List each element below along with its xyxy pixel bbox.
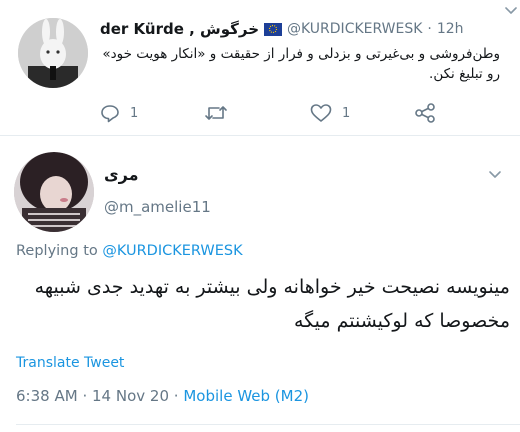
meta-separator: · [82, 387, 88, 405]
reply-icon [101, 105, 119, 123]
like-icon [310, 104, 332, 122]
parent-display-name[interactable]: der Kürde , خرگوش [100, 20, 259, 38]
replying-to-link[interactable]: @KURDICKERWESK [102, 243, 242, 259]
parent-tweet[interactable]: der Kürde , خرگوش @KURDICKERWESK · 12h و… [0, 0, 520, 136]
parent-action-bar: 1 1 [100, 103, 460, 123]
meta-separator: · [173, 387, 179, 405]
translate-tweet-link[interactable]: Translate Tweet [16, 355, 124, 371]
tweet-source-link[interactable]: Mobile Web (M2) [183, 387, 309, 405]
like-button[interactable]: 1 [310, 103, 350, 123]
chevron-down-icon[interactable] [486, 166, 504, 184]
reply-button[interactable]: 1 [100, 103, 138, 123]
parent-time[interactable]: 12h [437, 21, 464, 37]
tweet-time[interactable]: 6:38 AM [16, 387, 78, 405]
reply-tweet-text: مینویسه نصیحت خیر خواهانه ولی بیشتر به ت… [34, 276, 510, 332]
parent-tweet-text: وطن‌فروشی و بی‌غیرتی و بزدلی و فرار از ح… [102, 46, 500, 82]
parent-avatar[interactable] [18, 18, 88, 88]
reply-handle[interactable]: @m_amelie11 [104, 198, 211, 216]
reply-count: 1 [130, 105, 139, 121]
retweet-icon [205, 106, 227, 120]
replying-to-line: Replying to @KURDICKERWESK [16, 243, 243, 259]
parent-header: der Kürde , خرگوش @KURDICKERWESK · 12h [100, 18, 500, 40]
reply-avatar[interactable] [14, 152, 94, 232]
share-button[interactable] [414, 103, 436, 123]
parent-handle[interactable]: @KURDICKERWESK [287, 21, 422, 37]
share-icon [415, 103, 435, 123]
like-count: 1 [342, 105, 351, 121]
chevron-down-icon[interactable] [502, 2, 520, 20]
tweet-metadata: 6:38 AM · 14 Nov 20 · Mobile Web (M2) [16, 387, 309, 405]
eu-flag-icon [264, 22, 282, 36]
replying-to-label: Replying to [16, 243, 98, 259]
tweet-date[interactable]: 14 Nov 20 [92, 387, 169, 405]
reply-display-name[interactable]: مری [104, 165, 139, 184]
parent-separator: · [427, 21, 432, 37]
retweet-button[interactable] [204, 103, 228, 123]
divider [16, 424, 520, 425]
